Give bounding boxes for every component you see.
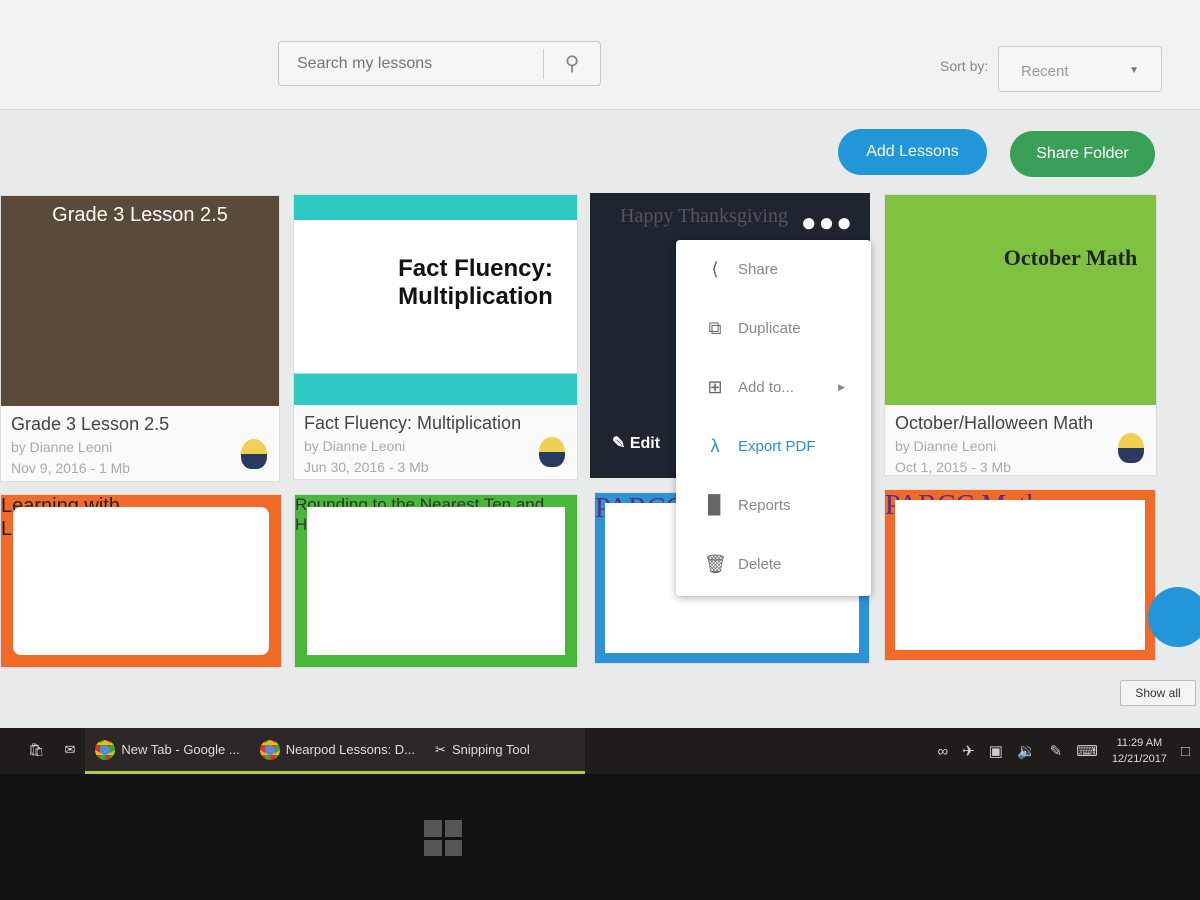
add-icon: ⊞ bbox=[707, 377, 723, 397]
trash-icon: 🗑 bbox=[704, 554, 727, 574]
pen-icon[interactable]: ✎ bbox=[1050, 742, 1063, 760]
avatar bbox=[539, 437, 565, 467]
menu-label: Export PDF bbox=[738, 438, 816, 455]
taskbar: 🛍 ✉ New Tab - Google ... Nearpod Lessons… bbox=[0, 728, 1200, 774]
share-icon: ⟨ bbox=[711, 259, 719, 279]
system-tray: ∞ ✈ ▣ 🔉 ✎ ⌨ 11:29 AM 12/21/2017 □ bbox=[937, 735, 1200, 767]
lesson-card[interactable]: Rounding to the Nearest Ten and Hundred bbox=[294, 494, 578, 668]
menu-label: Share bbox=[738, 261, 779, 278]
search-icon[interactable]: ⚲ bbox=[544, 51, 600, 76]
edit-icon: ✎ bbox=[612, 435, 630, 452]
menu-item-add-to[interactable]: ⊞ Add to... ▶ bbox=[676, 358, 871, 417]
chevron-down-icon: ▼ bbox=[1129, 65, 1139, 76]
edit-label: Edit bbox=[629, 435, 661, 452]
lesson-card[interactable]: Grade 3 Lesson 2.5 Grade 3 Lesson 2.5 by … bbox=[0, 195, 280, 482]
clock-date: 12/21/2017 bbox=[1111, 753, 1167, 765]
lesson-options-menu: ⟨ Share ⧉ Duplicate ⊞ Add to... ▶ λ Export PD… bbox=[676, 240, 871, 596]
edit-button[interactable]: ✎ Edit bbox=[612, 433, 660, 453]
avatar bbox=[1118, 433, 1144, 463]
sort-value: Recent bbox=[1021, 63, 1069, 80]
menu-label: Reports bbox=[738, 497, 791, 514]
lesson-thumbnail[interactable]: October Math bbox=[885, 195, 1156, 405]
thumbnail-text: Grade 3 Lesson 2.5 bbox=[52, 204, 228, 226]
lesson-author: by Dianne Leoni bbox=[11, 439, 113, 455]
mail-icon[interactable]: ✉ bbox=[55, 728, 86, 774]
chrome-icon bbox=[95, 739, 116, 760]
show-all-button[interactable]: Show all bbox=[1120, 680, 1196, 706]
search-box[interactable]: ⚲ bbox=[278, 41, 601, 86]
taskbar-label: Nearpod Lessons: D... bbox=[285, 742, 416, 757]
battery-icon[interactable]: ▣ bbox=[989, 742, 1003, 760]
notifications-icon[interactable]: □ bbox=[1181, 743, 1190, 760]
thumbnail-text: Fact Fluency: Multiplication bbox=[398, 255, 553, 310]
lesson-author: by Dianne Leoni bbox=[895, 438, 997, 454]
more-options-icon[interactable]: ●●● bbox=[801, 207, 854, 238]
taskbar-label: Snipping Tool bbox=[451, 742, 530, 757]
lesson-title: October/Halloween Math bbox=[895, 413, 1094, 433]
taskbar-item-nearpod[interactable]: Nearpod Lessons: D... bbox=[249, 728, 426, 774]
duplicate-icon: ⧉ bbox=[708, 318, 722, 338]
volume-icon[interactable]: 🔉 bbox=[1017, 742, 1036, 760]
lesson-author: by Dianne Leoni bbox=[304, 438, 406, 454]
lesson-card[interactable]: October Math October/Halloween Math by Di… bbox=[884, 194, 1157, 476]
lesson-meta: Oct 1, 2015 - 3 Mb bbox=[895, 459, 1011, 475]
menu-label: Delete bbox=[738, 556, 782, 573]
clock-time: 11:29 AM bbox=[1116, 737, 1163, 749]
menu-item-export-pdf[interactable]: λ Export PDF bbox=[676, 417, 871, 476]
scissors-icon: ✂ bbox=[435, 741, 446, 757]
menu-item-delete[interactable]: 🗑 Delete bbox=[676, 535, 871, 594]
top-bar: ⚲ Sort by: Recent ▼ bbox=[0, 0, 1200, 110]
taskbar-item-snipping-tool[interactable]: ✂ Snipping Tool bbox=[425, 728, 586, 774]
clock[interactable]: 11:29 AM 12/21/2017 bbox=[1112, 735, 1167, 767]
store-icon[interactable]: 🛍 bbox=[0, 728, 55, 774]
taskbar-item-new-tab[interactable]: New Tab - Google ... bbox=[85, 728, 250, 774]
airplane-icon[interactable]: ✈ bbox=[962, 742, 975, 760]
chat-widget-button[interactable] bbox=[1148, 587, 1200, 647]
share-folder-button[interactable]: Share Folder bbox=[1010, 131, 1155, 177]
lesson-card[interactable]: Fact Fluency: Multiplication Fact Fluenc… bbox=[293, 194, 578, 480]
thumbnail-text: October Math bbox=[1003, 245, 1138, 270]
taskbar-label: New Tab - Google ... bbox=[121, 742, 240, 757]
menu-item-duplicate[interactable]: ⧉ Duplicate bbox=[676, 299, 871, 358]
sync-icon[interactable]: ∞ bbox=[937, 743, 948, 760]
keyboard-icon[interactable]: ⌨ bbox=[1076, 742, 1098, 760]
menu-label: Duplicate bbox=[738, 320, 801, 337]
reports-icon: ▉ bbox=[708, 495, 722, 515]
windows-logo-icon bbox=[424, 820, 462, 856]
browser-page: ⚲ Sort by: Recent ▼ Add Lessons Share Fol… bbox=[0, 0, 1200, 728]
chrome-icon bbox=[259, 739, 280, 760]
lesson-meta: Nov 9, 2016 - 1 Mb bbox=[11, 460, 131, 476]
search-input[interactable] bbox=[279, 54, 544, 73]
thumbnail-text: Happy Thanksgiving bbox=[620, 205, 788, 227]
menu-label: Add to... bbox=[738, 379, 794, 396]
lesson-title: Grade 3 Lesson 2.5 bbox=[11, 414, 170, 434]
lesson-thumbnail[interactable]: Grade 3 Lesson 2.5 bbox=[1, 196, 279, 406]
lesson-title: Fact Fluency: Multiplication bbox=[304, 413, 522, 433]
pdf-icon: λ bbox=[710, 436, 720, 456]
sort-label: Sort by: bbox=[940, 58, 989, 74]
add-lessons-button[interactable]: Add Lessons bbox=[838, 129, 987, 175]
sort-select[interactable]: Recent ▼ bbox=[998, 46, 1162, 92]
menu-item-reports[interactable]: ▉ Reports bbox=[676, 476, 871, 535]
menu-item-share[interactable]: ⟨ Share bbox=[676, 240, 871, 299]
lesson-card[interactable]: Learning with Line Plots bbox=[0, 494, 282, 668]
lesson-meta: Jun 30, 2016 - 3 Mb bbox=[304, 459, 429, 475]
lesson-card[interactable]: PARCC Math bbox=[884, 489, 1156, 661]
avatar bbox=[241, 439, 267, 469]
lesson-thumbnail[interactable]: Fact Fluency: Multiplication bbox=[294, 195, 577, 405]
chevron-right-icon: ▶ bbox=[838, 382, 845, 392]
